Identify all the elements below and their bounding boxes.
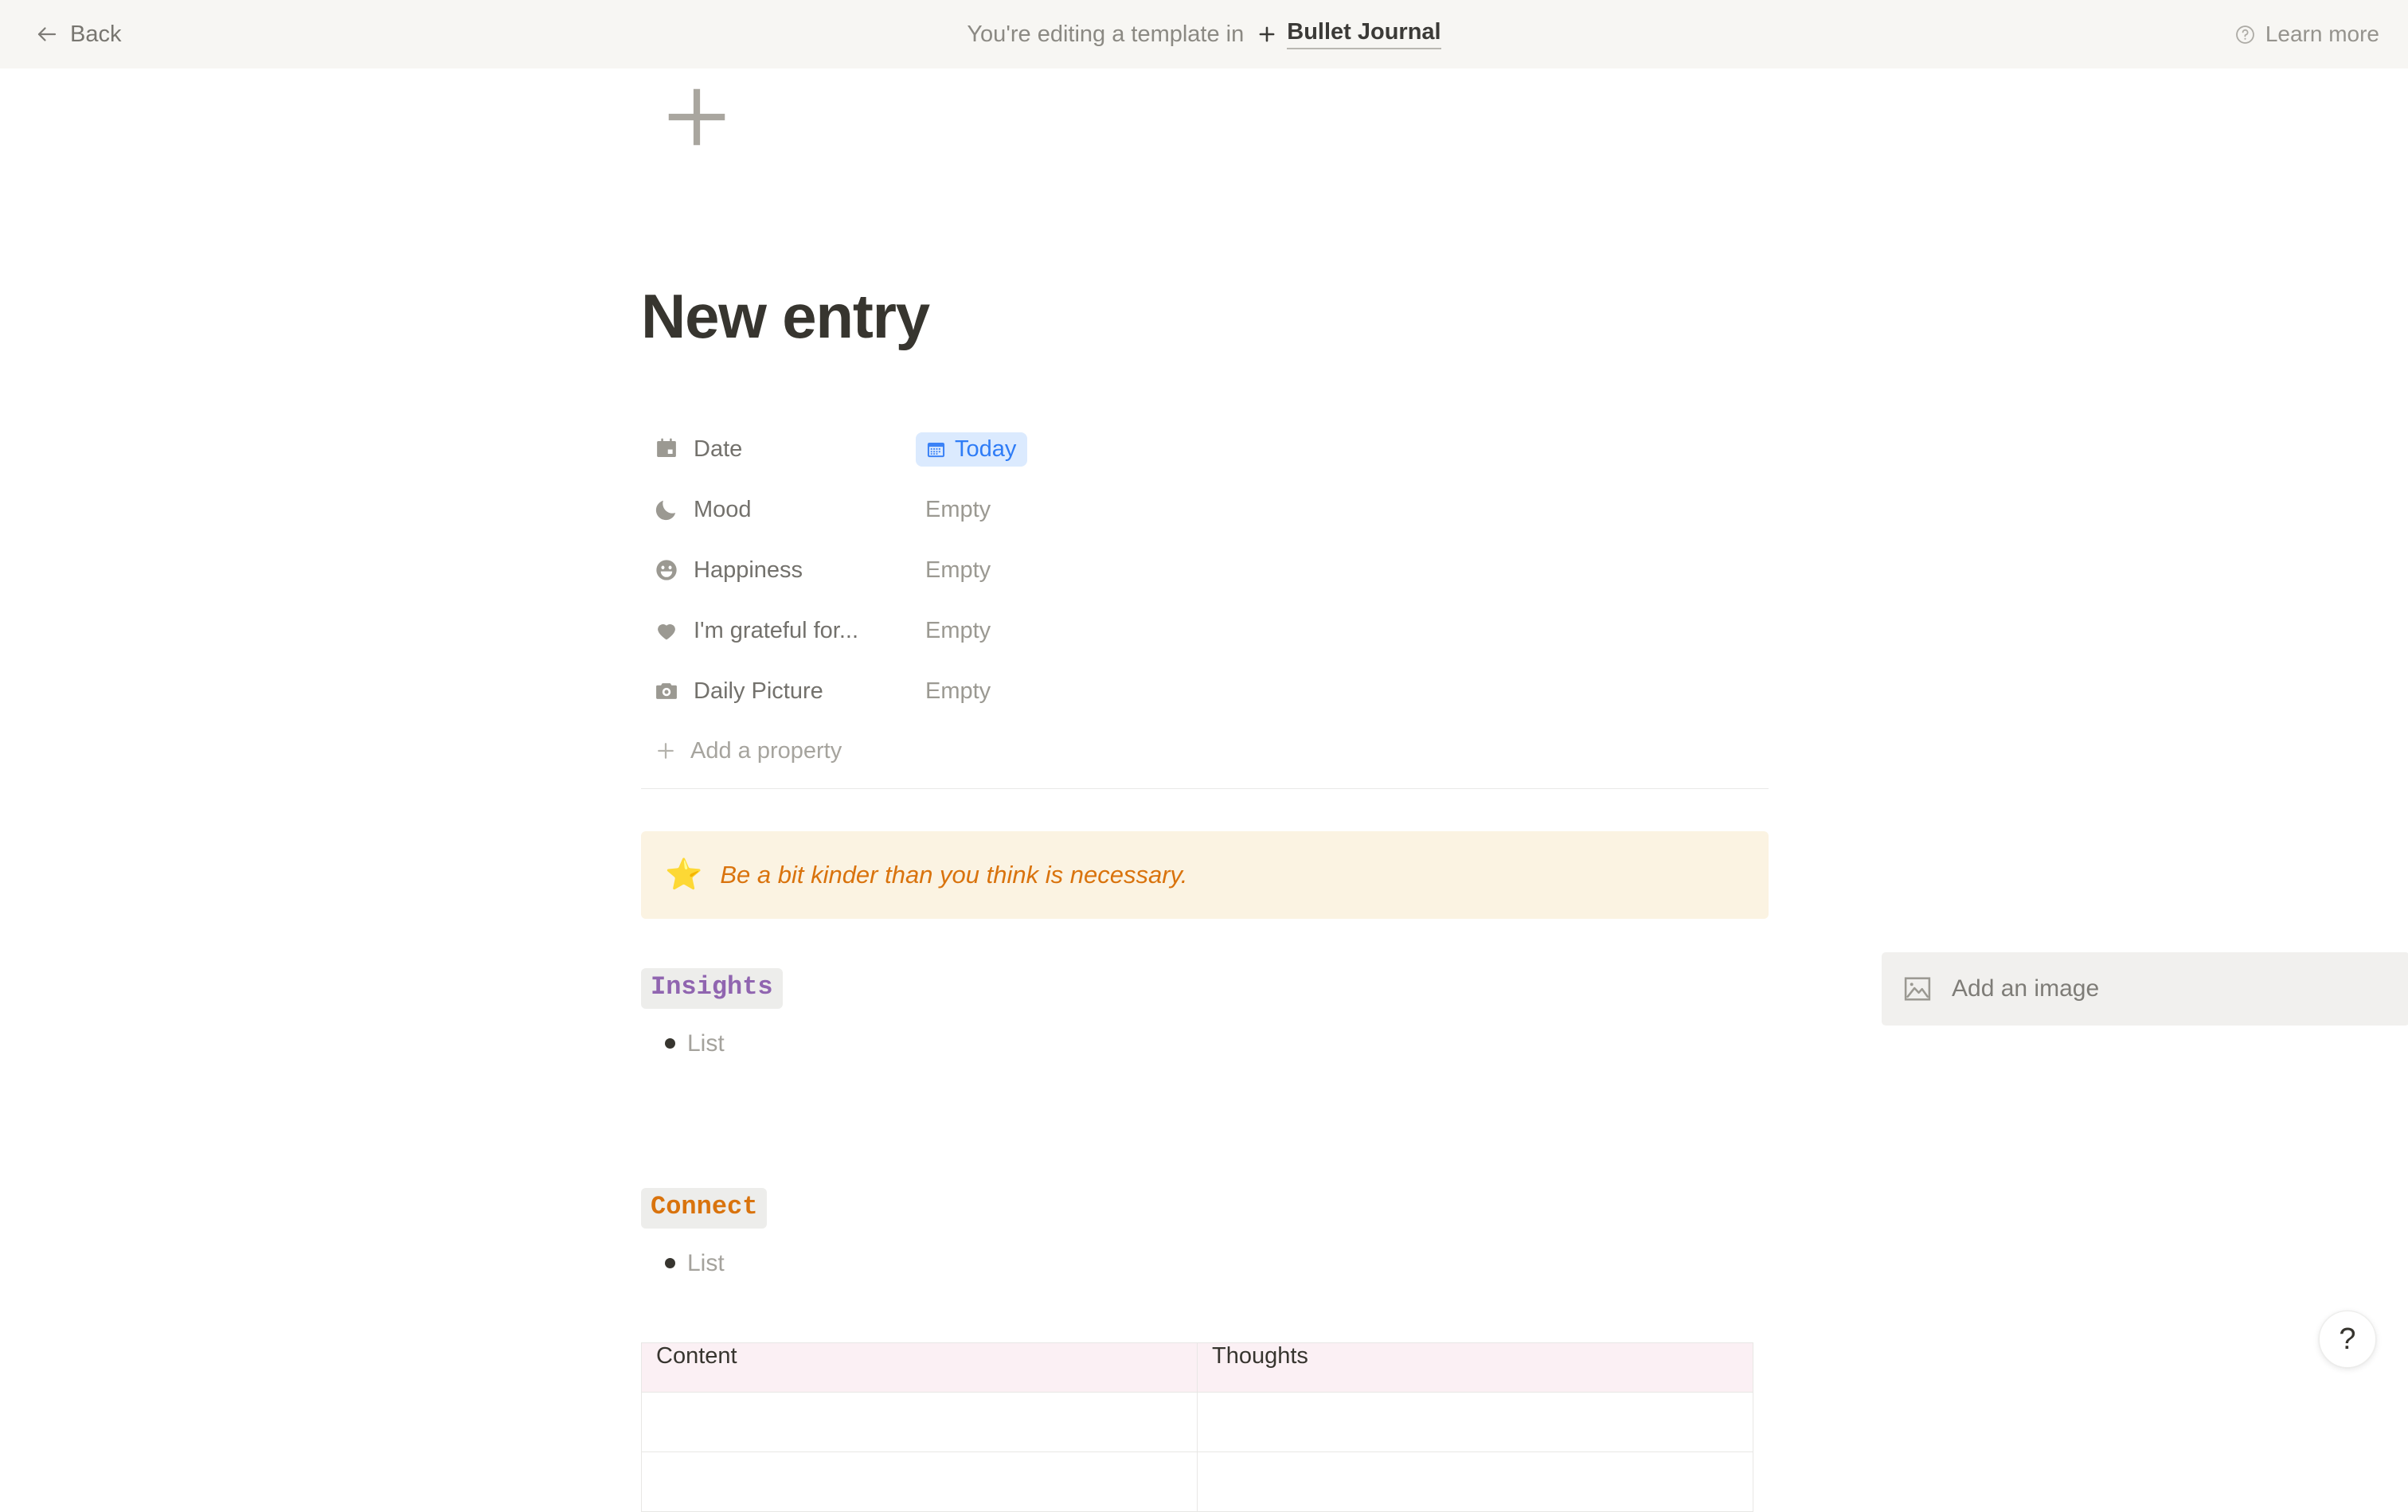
star-emoji: ⭐ xyxy=(665,860,702,890)
property-value-date[interactable]: Today xyxy=(916,432,1027,467)
insights-heading: Insights xyxy=(641,968,783,1009)
content-divider xyxy=(641,788,1769,789)
calendar-icon xyxy=(654,436,679,462)
property-value-happiness[interactable]: Empty xyxy=(916,553,1000,588)
add-a-property-label: Add a property xyxy=(690,738,842,764)
plus-icon xyxy=(659,80,734,154)
table-cell[interactable] xyxy=(642,1393,1198,1452)
property-value-daily-picture[interactable]: Empty xyxy=(916,674,1000,709)
date-value-label: Today xyxy=(955,438,1016,461)
right-sections-column: Add an image xyxy=(1882,952,2408,1026)
smiley-face-icon xyxy=(654,557,679,583)
property-label: Mood xyxy=(694,497,752,523)
property-name-daily-picture[interactable]: Daily Picture xyxy=(641,678,916,705)
property-row-grateful: I'm grateful for... Empty xyxy=(641,600,1769,661)
property-name-grateful[interactable]: I'm grateful for... xyxy=(641,618,916,644)
list-item[interactable]: List xyxy=(641,1248,1230,1279)
question-circle-icon xyxy=(2234,24,2256,45)
plus-icon xyxy=(1257,24,1277,45)
property-value-grateful[interactable]: Empty xyxy=(916,613,1000,649)
callout-text: Be a bit kinder than you think is necess… xyxy=(720,860,1187,889)
property-label: Daily Picture xyxy=(694,678,823,705)
property-row-mood: Mood Empty xyxy=(641,479,1769,540)
section-insights: Insights List xyxy=(641,968,1230,1059)
simple-table: Content Thoughts xyxy=(641,1342,1753,1512)
editing-template-text: You're editing a template in xyxy=(967,21,1244,48)
question-mark-icon: ? xyxy=(2339,1324,2355,1354)
connect-heading: Connect xyxy=(641,1188,767,1229)
property-row-daily-picture: Daily Picture Empty xyxy=(641,661,1769,721)
property-name-date[interactable]: Date xyxy=(641,436,916,463)
add-an-image-button[interactable]: Add an image xyxy=(1882,952,2408,1026)
list-item[interactable]: List xyxy=(641,1028,1230,1059)
property-row-happiness: Happiness Empty xyxy=(641,540,1769,600)
learn-more-label: Learn more xyxy=(2265,21,2379,47)
add-page-icon-button[interactable] xyxy=(659,80,734,154)
help-button[interactable]: ? xyxy=(2319,1311,2376,1368)
table-cell[interactable] xyxy=(1198,1452,1753,1512)
list-item-text: List xyxy=(687,1028,725,1059)
property-label: Date xyxy=(694,436,742,463)
table-row xyxy=(642,1393,1753,1452)
left-sections-column: Insights List Connect List xyxy=(641,968,1230,1279)
calendar-blue-icon xyxy=(925,439,947,460)
table-header-row: Content Thoughts xyxy=(642,1343,1753,1393)
section-spacer xyxy=(641,1059,1230,1188)
quote-callout[interactable]: ⭐ Be a bit kinder than you think is nece… xyxy=(641,831,1769,919)
template-name-label: Bullet Journal xyxy=(1287,19,1440,49)
list-item-text: List xyxy=(687,1248,725,1279)
property-label: I'm grateful for... xyxy=(694,618,858,644)
camera-icon xyxy=(654,678,679,704)
bullet-dot-icon xyxy=(652,1028,687,1049)
template-link[interactable]: Bullet Journal xyxy=(1257,19,1440,49)
table-header-thoughts[interactable]: Thoughts xyxy=(1198,1343,1753,1393)
template-editing-banner: You're editing a template in Bullet Jour… xyxy=(0,19,2408,49)
learn-more-button[interactable]: Learn more xyxy=(2234,21,2379,47)
plus-icon xyxy=(654,739,678,763)
moon-icon xyxy=(654,497,679,522)
properties-list: Date xyxy=(641,419,1769,780)
table-cell[interactable] xyxy=(1198,1393,1753,1452)
heart-icon xyxy=(654,618,679,643)
image-placeholder-icon xyxy=(1902,974,1933,1004)
property-name-happiness[interactable]: Happiness xyxy=(641,557,916,584)
table-header-content[interactable]: Content xyxy=(642,1343,1198,1393)
add-a-property-button[interactable]: Add a property xyxy=(641,721,975,780)
property-name-mood[interactable]: Mood xyxy=(641,497,916,523)
property-label: Happiness xyxy=(694,557,803,584)
page-title[interactable]: New entry xyxy=(641,285,929,347)
section-connect: Connect List xyxy=(641,1188,1230,1279)
table-row xyxy=(642,1452,1753,1512)
property-row-date: Date xyxy=(641,419,1769,479)
top-bar: Back You're editing a template in Bullet… xyxy=(0,0,2408,68)
property-value-mood[interactable]: Empty xyxy=(916,492,1000,528)
add-an-image-label: Add an image xyxy=(1952,975,2099,1002)
bullet-dot-icon xyxy=(652,1248,687,1268)
table-cell[interactable] xyxy=(642,1452,1198,1512)
